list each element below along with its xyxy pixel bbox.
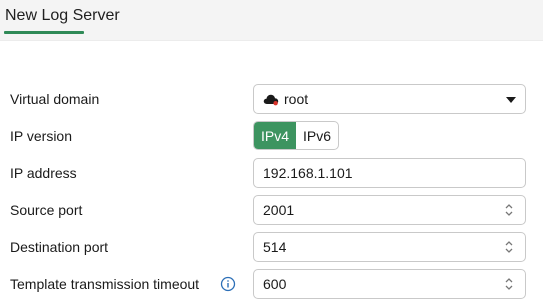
ip-version-label: IP version xyxy=(10,128,72,144)
stepper-icon[interactable] xyxy=(503,202,515,218)
virtual-domain-value: root xyxy=(284,91,309,107)
template-timeout-input[interactable]: 600 xyxy=(253,269,526,299)
caret-down-icon xyxy=(506,97,516,103)
virtual-domain-label: Virtual domain xyxy=(10,91,100,107)
page-header: New Log Server xyxy=(0,0,543,41)
ip-address-input[interactable]: 192.168.1.101 xyxy=(253,158,526,188)
ip-version-row: IP version IPv4 IPv6 xyxy=(0,121,543,151)
ipv6-option[interactable]: IPv6 xyxy=(296,122,338,149)
source-port-label: Source port xyxy=(10,202,83,218)
template-timeout-value: 600 xyxy=(263,276,287,292)
title-underline xyxy=(4,31,84,34)
ip-version-toggle[interactable]: IPv4 IPv6 xyxy=(253,121,340,150)
source-port-row: Source port 2001 xyxy=(0,195,543,225)
info-icon[interactable] xyxy=(220,276,236,292)
ip-address-label: IP address xyxy=(10,165,77,181)
template-timeout-row: Template transmission timeout 600 xyxy=(0,269,543,299)
virtual-domain-select[interactable]: root xyxy=(253,84,526,114)
destination-port-row: Destination port 514 xyxy=(0,232,543,262)
page-title: New Log Server xyxy=(5,7,120,24)
source-port-input[interactable]: 2001 xyxy=(253,195,526,225)
stepper-icon[interactable] xyxy=(503,276,515,292)
virtual-domain-row: Virtual domain root xyxy=(0,84,543,114)
ip-address-row: IP address 192.168.1.101 xyxy=(0,158,543,188)
destination-port-input[interactable]: 514 xyxy=(253,232,526,262)
cloud-icon xyxy=(263,94,279,106)
stepper-icon[interactable] xyxy=(503,239,515,255)
source-port-value: 2001 xyxy=(263,202,295,218)
destination-port-value: 514 xyxy=(263,239,287,255)
template-timeout-label: Template transmission timeout xyxy=(10,276,200,292)
ipv4-option[interactable]: IPv4 xyxy=(254,122,297,149)
destination-port-label: Destination port xyxy=(10,239,109,255)
ip-address-value: 192.168.1.101 xyxy=(263,165,353,181)
